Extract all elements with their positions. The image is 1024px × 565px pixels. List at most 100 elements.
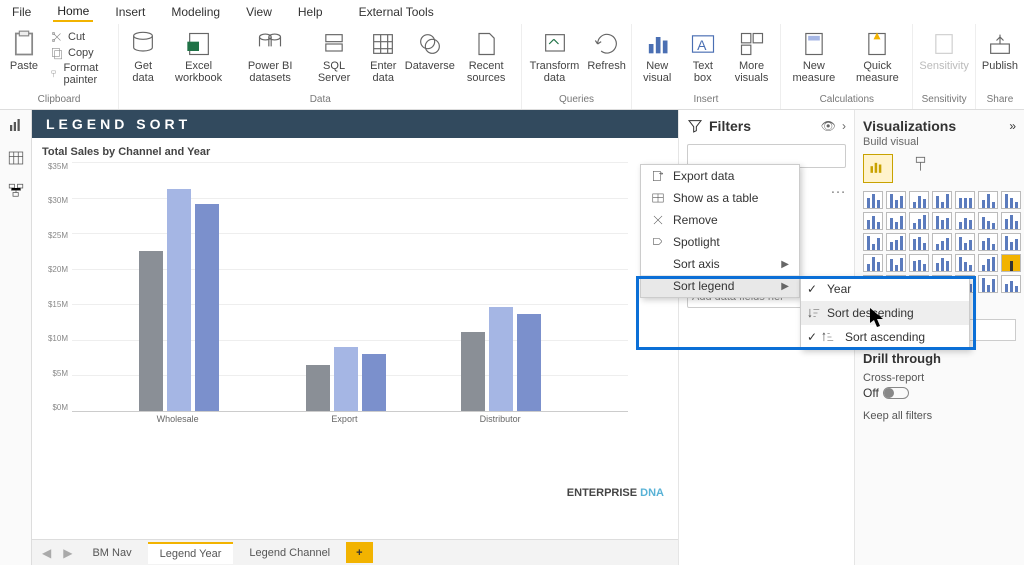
excel-button[interactable]: Excel workbook — [169, 30, 228, 84]
publish-icon — [986, 30, 1014, 58]
filter-icon — [687, 118, 703, 134]
filters-title: Filters — [709, 118, 751, 134]
ribbon-label-data: Data — [310, 94, 331, 107]
submenu-year[interactable]: ✓Year — [801, 277, 969, 301]
main-menu-bar: File Home Insert Modeling View Help Exte… — [0, 0, 1024, 24]
copy-icon — [50, 46, 64, 60]
ribbon-group-share: Publish Share — [976, 24, 1024, 109]
paste-label: Paste — [10, 60, 38, 72]
more-visuals-button[interactable]: More visuals — [729, 30, 774, 84]
menu-home[interactable]: Home — [53, 2, 93, 22]
text-box-button[interactable]: AText box — [685, 30, 721, 84]
report-view-icon[interactable] — [7, 116, 25, 137]
tab-legend-year[interactable]: Legend Year — [148, 542, 234, 564]
paintbrush-icon — [50, 67, 60, 81]
paste-button[interactable]: Paste — [6, 30, 42, 72]
visualizations-title: Visualizations — [863, 118, 956, 134]
cross-report-label: Cross-report — [863, 372, 1016, 384]
tabs-prev[interactable]: ◀ — [38, 546, 55, 560]
menu-sort-legend[interactable]: Sort legend▶ — [641, 275, 799, 297]
pbi-datasets-button[interactable]: Power BI datasets — [236, 30, 304, 84]
menu-view[interactable]: View — [242, 3, 276, 21]
data-view-icon[interactable] — [7, 149, 25, 170]
mouse-cursor — [870, 308, 886, 333]
filters-collapse-icon[interactable]: › — [842, 119, 846, 133]
brand-footer: ENTERPRISE DNA — [567, 487, 664, 499]
new-visual-button[interactable]: New visual — [638, 30, 677, 84]
sort-desc-icon — [807, 306, 821, 320]
more-visuals-icon — [738, 30, 766, 58]
menu-spotlight[interactable]: Spotlight — [641, 231, 799, 253]
tab-bm-nav[interactable]: BM Nav — [80, 542, 143, 563]
cross-report-toggle[interactable]: Off — [863, 386, 1016, 400]
ribbon-group-queries: Transform data Refresh Queries — [522, 24, 631, 109]
quick-measure-button[interactable]: Quick measure — [848, 30, 906, 84]
menu-export-data[interactable]: Export data — [641, 165, 799, 187]
menu-insert[interactable]: Insert — [111, 3, 149, 21]
new-measure-button[interactable]: New measure — [787, 30, 840, 84]
menu-modeling[interactable]: Modeling — [167, 3, 224, 21]
bar-chart[interactable]: $35M$30M$25M$20M$15M$10M$5M$0M Wholesale… — [42, 162, 668, 432]
dataverse-icon — [416, 30, 444, 58]
ribbon-label-queries: Queries — [559, 94, 594, 107]
visual-more-options[interactable]: … — [830, 180, 846, 198]
menu-file[interactable]: File — [8, 3, 35, 21]
menu-show-as-table[interactable]: Show as a table — [641, 187, 799, 209]
spotlight-icon — [651, 235, 665, 249]
ribbon-group-insert: New visual AText box More visuals Insert — [632, 24, 782, 109]
ribbon-label-sens: Sensitivity — [922, 94, 967, 107]
transform-icon — [541, 30, 569, 58]
format-painter-button[interactable]: Format painter — [50, 62, 112, 86]
grid-icon — [369, 30, 397, 58]
quick-measure-icon — [863, 30, 891, 58]
chart-title: Total Sales by Channel and Year — [42, 146, 668, 158]
textbox-icon: A — [689, 30, 717, 58]
sort-asc-icon — [821, 330, 835, 344]
build-visual-tab[interactable] — [863, 154, 893, 183]
menu-external-tools[interactable]: External Tools — [355, 3, 438, 21]
scissors-icon — [50, 30, 64, 44]
x-axis-labels: Wholesale Export Distributor — [72, 414, 628, 432]
drill-through-label: Drill through — [863, 351, 1016, 366]
format-visual-tab[interactable] — [913, 154, 933, 183]
page-tabs: ◀ ▶ BM Nav Legend Year Legend Channel + — [32, 539, 678, 565]
transform-data-button[interactable]: Transform data — [528, 30, 580, 84]
tab-legend-channel[interactable]: Legend Channel — [237, 542, 342, 563]
visual-context-menu: Export data Show as a table Remove Spotl… — [640, 164, 800, 298]
keep-all-filters-label: Keep all filters — [863, 410, 1016, 422]
excel-icon — [185, 30, 213, 58]
ribbon: Paste Cut Copy Format painter Clipboard … — [0, 24, 1024, 110]
refresh-icon — [593, 30, 621, 58]
get-data-button[interactable]: Get data — [125, 30, 161, 84]
tab-add-page[interactable]: + — [346, 542, 372, 563]
menu-help[interactable]: Help — [294, 3, 327, 21]
viz-expand-icon[interactable]: » — [1009, 119, 1016, 133]
sql-server-button[interactable]: SQL Server — [312, 30, 356, 84]
document-icon — [472, 30, 500, 58]
model-view-icon[interactable] — [7, 182, 25, 203]
publish-button[interactable]: Publish — [982, 30, 1018, 72]
chart-icon — [643, 30, 671, 58]
view-rail — [0, 110, 32, 565]
dataverse-button[interactable]: Dataverse — [411, 30, 449, 72]
build-visual-label: Build visual — [863, 136, 1016, 148]
database-icon — [129, 30, 157, 58]
menu-sort-axis[interactable]: Sort axis▶ — [641, 253, 799, 275]
ribbon-label-clipboard: Clipboard — [38, 94, 81, 107]
cut-button[interactable]: Cut — [50, 30, 112, 44]
sensitivity-icon — [930, 30, 958, 58]
tabs-next[interactable]: ▶ — [59, 546, 76, 560]
remove-icon — [651, 213, 665, 227]
y-axis-labels: $35M$30M$25M$20M$15M$10M$5M$0M — [42, 162, 70, 412]
export-icon — [651, 169, 665, 183]
enter-data-button[interactable]: Enter data — [364, 30, 403, 84]
ribbon-label-insert: Insert — [693, 94, 718, 107]
svg-text:A: A — [697, 37, 707, 53]
copy-button[interactable]: Copy — [50, 46, 112, 60]
filters-visibility-icon[interactable]: 👁 — [821, 119, 836, 133]
recent-sources-button[interactable]: Recent sources — [457, 30, 515, 84]
refresh-button[interactable]: Refresh — [589, 30, 625, 72]
sensitivity-button: Sensitivity — [919, 30, 969, 72]
ribbon-group-calculations: New measure Quick measure Calculations — [781, 24, 913, 109]
menu-remove[interactable]: Remove — [641, 209, 799, 231]
